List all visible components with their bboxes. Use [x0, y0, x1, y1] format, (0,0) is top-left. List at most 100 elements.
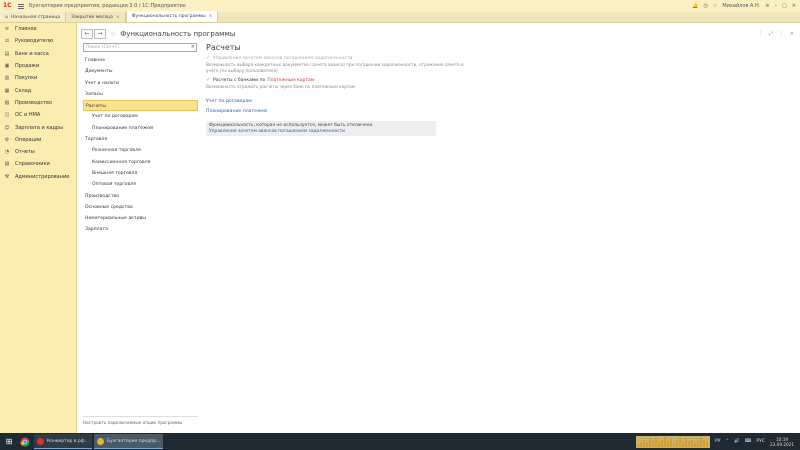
- section-item[interactable]: Документы: [83, 66, 198, 77]
- back-button[interactable]: ←: [81, 29, 93, 39]
- payment-planning-link[interactable]: Планирование платежей: [206, 109, 466, 114]
- nav-bank[interactable]: ▤ Банк и касса: [0, 48, 76, 60]
- nav-operations[interactable]: ⚙ Операции: [0, 134, 76, 146]
- app-logo: 1С: [3, 2, 12, 9]
- nav-main[interactable]: ≡ Главное: [0, 23, 76, 35]
- tab-functionality[interactable]: Функциональность программы ×: [125, 11, 219, 22]
- option-label: Расчеты с банками по: [213, 78, 266, 83]
- nav-admin[interactable]: ⚒ Администрирование: [0, 171, 76, 183]
- section-item[interactable]: Учет и налоги: [83, 78, 198, 89]
- 1c-icon: [96, 437, 104, 445]
- option-label-highlight: Платежным картам: [267, 78, 315, 83]
- graph-bar: [643, 439, 646, 447]
- option-label: Управление зачетом авансов погашением за…: [213, 56, 353, 61]
- graph-bar: [655, 437, 658, 447]
- tab-month-close[interactable]: Закрытие месяца ×: [66, 12, 126, 22]
- section-item[interactable]: Запасы: [83, 89, 198, 100]
- note-link[interactable]: Управление зачетом авансов погашением за…: [209, 129, 433, 134]
- nav-assets[interactable]: ◫ ОС и НМА: [0, 109, 76, 121]
- checkbox-icon[interactable]: ✓: [206, 56, 211, 61]
- link-icon[interactable]: ⋮: [758, 31, 763, 37]
- section-item-selected[interactable]: Расчеты: [83, 100, 198, 112]
- more-icon[interactable]: ⋮: [779, 31, 784, 37]
- option-advance-offset[interactable]: ✓ Управление зачетом авансов погашением …: [206, 56, 466, 62]
- scales-icon: ⚖: [4, 38, 10, 45]
- star-icon[interactable]: ☆: [713, 3, 717, 9]
- section-item[interactable]: Торговля: [83, 134, 198, 145]
- section-item[interactable]: Основные средства: [83, 202, 198, 213]
- nav-warehouse[interactable]: ▦ Склад: [0, 84, 76, 96]
- app-title: Бухгалтерия предприятия, редакция 3.0 / …: [29, 3, 186, 9]
- people-icon: ☺: [4, 124, 10, 131]
- volume-icon[interactable]: 🔊: [734, 439, 740, 444]
- menu-lines-icon: ≡: [4, 26, 10, 33]
- tab-bar: ⌂ Начальная страница Закрытие месяца × Ф…: [0, 11, 800, 23]
- book-icon: ▨: [4, 161, 10, 168]
- user-name[interactable]: Михайлов А.Н.: [722, 3, 760, 9]
- chrome-icon[interactable]: [18, 433, 32, 450]
- graph-bar: [646, 442, 649, 447]
- tray-text[interactable]: РУ: [715, 439, 720, 444]
- section-subitem[interactable]: Розничная торговля: [83, 145, 198, 156]
- section-subitem[interactable]: Оптовая торговля: [83, 179, 198, 190]
- home-icon: ⌂: [5, 14, 8, 20]
- clock-date: 23.09.2021: [770, 441, 794, 447]
- language-indicator[interactable]: РУС: [756, 439, 765, 444]
- taskbar-item-converter[interactable]: Конвертер в рф...: [34, 434, 92, 449]
- resource-monitor-graph: [636, 435, 711, 448]
- nav-directories[interactable]: ▨ Справочники: [0, 158, 76, 170]
- graph-bar: [664, 436, 667, 447]
- close-tab-icon[interactable]: ×: [116, 15, 120, 20]
- graph-bar: [676, 439, 679, 447]
- contracts-accounting-link[interactable]: Учет по договорам: [206, 99, 466, 104]
- windows-start-icon[interactable]: ⊞: [0, 433, 18, 450]
- nav-purchases[interactable]: ▥ Покупки: [0, 72, 76, 84]
- favorite-star-icon[interactable]: ☆: [110, 30, 116, 38]
- configure-options-link[interactable]: Настроить подключаемые опции программы: [83, 416, 198, 425]
- section-item[interactable]: Производство: [83, 191, 198, 202]
- content-area: ← → ☆ Функциональность программы ⋮ ⤢ ⋮ ×…: [78, 23, 800, 433]
- nav-label: Покупки: [15, 75, 38, 82]
- minimize-icon[interactable]: –: [775, 3, 778, 9]
- section-subitem[interactable]: Планирование платежей: [83, 123, 198, 134]
- section-subitem[interactable]: Учет по договорам: [83, 111, 198, 122]
- expand-icon[interactable]: ⤢: [769, 31, 773, 37]
- nav-director[interactable]: ⚖ Руководителю: [0, 35, 76, 47]
- keyboard-icon[interactable]: ⌨: [745, 439, 752, 444]
- bell-icon[interactable]: 🔔: [692, 3, 698, 9]
- option-payment-cards[interactable]: ✓ Расчеты с банками по Платежным картам: [206, 78, 466, 84]
- checkbox-icon[interactable]: ✓: [206, 78, 211, 83]
- section-item[interactable]: Зарплата: [83, 224, 198, 235]
- section-item[interactable]: Нематериальные активы: [83, 213, 198, 224]
- gear-icon: ⚙: [4, 136, 10, 143]
- nav-payroll[interactable]: ☺ Зарплата и кадры: [0, 121, 76, 133]
- chevron-up-icon[interactable]: ⌃: [726, 439, 730, 444]
- sales-icon: ▣: [4, 63, 10, 70]
- close-form-icon[interactable]: ×: [790, 31, 794, 37]
- nav-reports[interactable]: ◔ Отчеты: [0, 146, 76, 158]
- section-subitem[interactable]: Комиссионная торговля: [83, 157, 198, 168]
- taskbar-item-accounting[interactable]: Бухгалтерия предпр...: [93, 434, 164, 449]
- nav-label: Склад: [15, 87, 32, 94]
- maximize-icon[interactable]: □: [782, 3, 787, 9]
- section-heading: Расчеты: [206, 43, 241, 52]
- close-tab-icon[interactable]: ×: [209, 14, 213, 19]
- close-icon[interactable]: ×: [792, 3, 796, 9]
- search-input[interactable]: Поиск (Ctrl+F) ×: [83, 43, 197, 52]
- forward-button[interactable]: →: [94, 29, 106, 39]
- section-subitem[interactable]: Внешняя торговля: [83, 168, 198, 179]
- history-icon[interactable]: ◷: [704, 3, 708, 9]
- tab-label: Начальная страница: [10, 14, 61, 20]
- nav-production[interactable]: ▧ Производство: [0, 97, 76, 109]
- main-menu-icon[interactable]: [17, 2, 25, 10]
- tab-home[interactable]: ⌂ Начальная страница: [0, 12, 67, 22]
- graph-bar: [652, 440, 655, 447]
- nav-label: Администрирование: [15, 173, 70, 180]
- chart-icon: ◔: [4, 149, 10, 156]
- warehouse-icon: ▦: [4, 87, 10, 94]
- menu-icon[interactable]: ≡: [765, 3, 769, 9]
- section-item[interactable]: Главное: [83, 55, 198, 66]
- nav-sales[interactable]: ▣ Продажи: [0, 60, 76, 72]
- clear-search-icon[interactable]: ×: [191, 44, 195, 51]
- clock[interactable]: 10:19 23.09.2021: [770, 437, 794, 447]
